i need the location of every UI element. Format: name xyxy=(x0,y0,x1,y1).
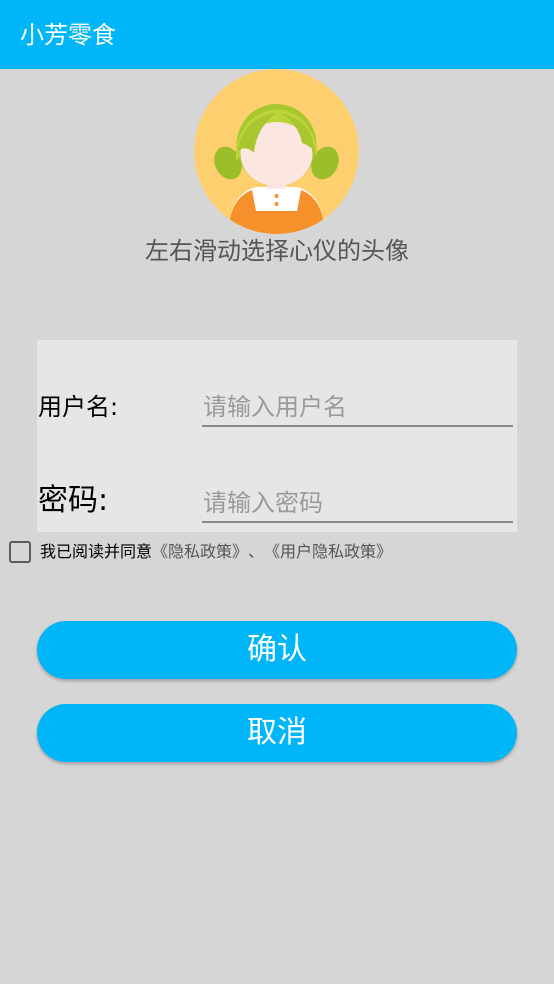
username-label: 用户名: xyxy=(38,393,119,421)
girl-avatar-icon xyxy=(194,69,359,234)
policy-separator: 、 xyxy=(248,542,265,561)
privacy-policy-link[interactable]: 《隐私政策》 xyxy=(152,541,248,563)
avatar-picker[interactable] xyxy=(194,69,359,234)
password-label: 密码: xyxy=(38,483,109,518)
login-form: 用户名: 密码: xyxy=(37,340,517,532)
app-title: 小芳零食 xyxy=(20,21,116,49)
cancel-button[interactable]: 取消 xyxy=(37,704,517,762)
confirm-button[interactable]: 确认 xyxy=(37,621,517,679)
username-input[interactable] xyxy=(202,389,513,427)
agreement-checkbox[interactable] xyxy=(9,541,31,563)
agreement-row: 我已阅读并同意 《隐私政策》 、 《用户隐私政策》 xyxy=(9,540,392,564)
avatar-hint: 左右滑动选择心仪的头像 xyxy=(145,237,409,265)
password-input[interactable] xyxy=(202,485,513,523)
agreement-text: 我已阅读并同意 xyxy=(40,542,153,561)
user-privacy-policy-link[interactable]: 《用户隐私政策》 xyxy=(264,541,392,563)
app-bar: 小芳零食 xyxy=(0,0,554,69)
